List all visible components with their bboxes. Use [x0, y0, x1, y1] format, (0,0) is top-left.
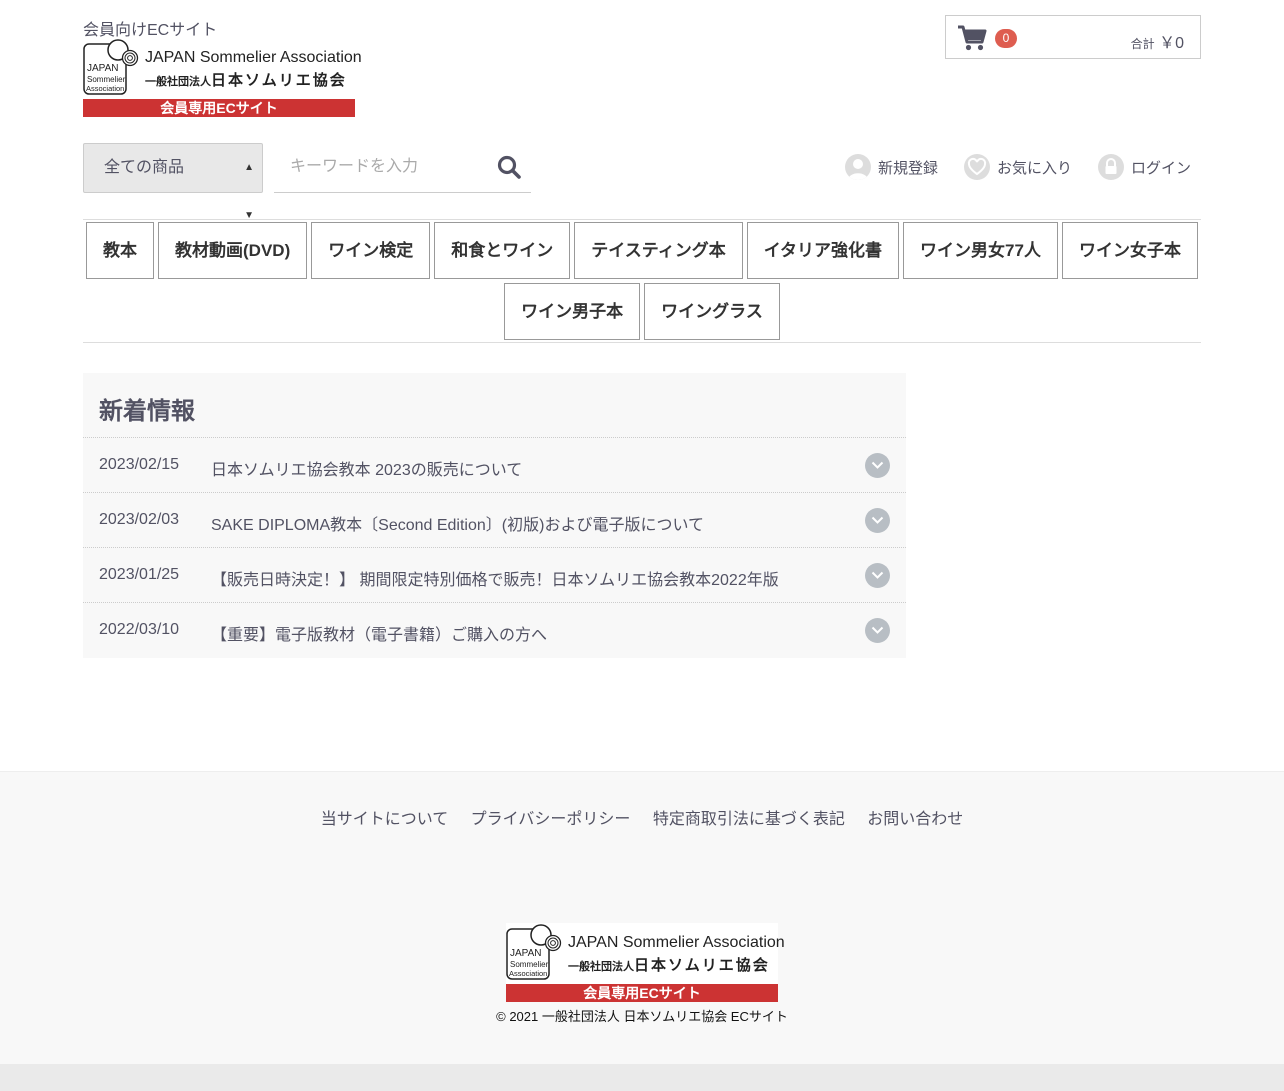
- logo-english-name: JAPAN Sommelier Association: [568, 934, 785, 951]
- logo-mark-text-1: JAPAN: [87, 63, 119, 74]
- login-label: ログイン: [1130, 159, 1191, 177]
- news-date: 2023/02/03: [99, 511, 180, 528]
- news-item[interactable]: 2023/01/25 【販売日時決定！】 期間限定特別価格で販売！日本ソムリエ協…: [83, 548, 906, 603]
- category-nav-row: 教本 教材動画(DVD) ワイン検定 和食とワイン テイスティング本 イタリア強…: [83, 222, 1201, 279]
- category-nav: 教本 教材動画(DVD) ワイン検定 和食とワイン テイスティング本 イタリア強…: [83, 219, 1201, 343]
- footer-link-about[interactable]: 当サイトについて: [321, 811, 449, 828]
- logo-jp-prefix: 一般社団法人: [568, 961, 634, 973]
- nav-item-wine-exam[interactable]: ワイン検定: [311, 222, 431, 279]
- nav-item-washoku-wine[interactable]: 和食とワイン: [434, 222, 571, 279]
- logo-jp-main: 日本ソムリエ協会: [634, 957, 770, 974]
- login-link[interactable]: ログイン: [1097, 154, 1191, 180]
- association-logo-mark: JAPAN Sommelier Association: [83, 39, 139, 95]
- favorites-label: お気に入り: [996, 159, 1072, 177]
- logo-jp-prefix: 一般社団法人: [145, 76, 211, 88]
- nav-item-dvd[interactable]: 教材動画(DVD): [158, 222, 308, 279]
- logo-member-bar: 会員専用ECサイト: [506, 984, 778, 1002]
- logo-mark-text-1: JAPAN: [510, 948, 542, 959]
- footer-links: 当サイトについて プライバシーポリシー 特定商取引法に基づく表記 お問い合わせ: [0, 805, 1284, 829]
- logo-mark-text-3: Association: [509, 969, 547, 978]
- nav-item-wine-men-book[interactable]: ワイン男子本: [504, 283, 641, 340]
- news-date: 2023/01/25: [99, 566, 180, 583]
- search-input[interactable]: [274, 143, 484, 191]
- news-date: 2022/03/10: [99, 621, 180, 638]
- news-title: SAKE DIPLOMA教本〔Second Edition〕(初版)および電子版…: [211, 517, 704, 534]
- chevron-down-icon[interactable]: [865, 563, 890, 588]
- nav-item-tasting-book[interactable]: テイスティング本: [574, 222, 743, 279]
- search-icon: [497, 155, 521, 179]
- nav-item-wine-77[interactable]: ワイン男女77人: [903, 222, 1058, 279]
- news-section: 新着情報 2023/02/15 日本ソムリエ協会教本 2023の販売について 2…: [83, 373, 906, 658]
- logo-japanese-name: 一般社団法人日本ソムリエ協会: [568, 954, 770, 975]
- footer: 当サイトについて プライバシーポリシー 特定商取引法に基づく表記 お問い合わせ …: [0, 771, 1284, 1064]
- copyright: © 2021 一般社団法人 日本ソムリエ協会 ECサイト: [496, 1009, 788, 1024]
- association-logo-mark: JAPAN Sommelier Association: [506, 924, 562, 980]
- chevron-down-icon[interactable]: [865, 508, 890, 533]
- news-item[interactable]: 2023/02/15 日本ソムリエ協会教本 2023の販売について: [83, 438, 906, 493]
- cart-icon: [958, 25, 987, 51]
- footer-logo[interactable]: JAPAN Sommelier Association JAPAN Sommel…: [506, 923, 785, 1002]
- category-select[interactable]: 全ての商品 ▲ ▼: [83, 143, 263, 221]
- nav-item-wine-glass[interactable]: ワイングラス: [644, 283, 780, 340]
- nav-item-wine-women-book[interactable]: ワイン女子本: [1061, 222, 1198, 279]
- cart-total-value: ￥0: [1159, 35, 1184, 52]
- site-logo[interactable]: JAPAN Sommelier Association JAPAN Sommel…: [83, 38, 362, 117]
- site-tagline: 会員向けECサイト: [83, 22, 218, 39]
- logo-mark-text-2: Sommelier: [510, 960, 549, 969]
- logo-jp-main: 日本ソムリエ協会: [211, 72, 347, 89]
- favorites-link[interactable]: お気に入り: [963, 154, 1072, 180]
- cart-total-label: 合計: [1130, 37, 1155, 51]
- news-date: 2023/02/15: [99, 456, 180, 473]
- news-title: 【販売日時決定！】 期間限定特別価格で販売！日本ソムリエ協会教本2022年版: [211, 572, 779, 589]
- news-heading: 新着情報: [83, 373, 906, 438]
- logo-mark-text-2: Sommelier: [87, 75, 126, 84]
- nav-item-textbook[interactable]: 教本: [86, 222, 155, 279]
- news-item[interactable]: 2022/03/10 【重要】電子版教材（電子書籍）ご購入の方へ: [83, 603, 906, 658]
- register-link[interactable]: 新規登録: [844, 154, 938, 180]
- chevron-down-icon[interactable]: [865, 618, 890, 643]
- page-bottom-strip: [0, 1064, 1284, 1091]
- logo-mark-text-3: Association: [86, 84, 124, 93]
- category-nav-row: ワイン男子本 ワイングラス: [83, 283, 1201, 340]
- footer-link-contact[interactable]: お問い合わせ: [867, 811, 963, 828]
- register-label: 新規登録: [877, 159, 938, 177]
- logo-member-bar: 会員専用ECサイト: [83, 99, 355, 117]
- cart-summary[interactable]: 0 合計 ￥0: [945, 15, 1201, 59]
- search-box: [274, 143, 531, 193]
- search-button[interactable]: [496, 155, 522, 181]
- lock-icon: [1097, 154, 1124, 180]
- footer-link-privacy[interactable]: プライバシーポリシー: [471, 811, 631, 828]
- chevron-down-icon[interactable]: [865, 453, 890, 478]
- heart-icon: [963, 154, 990, 180]
- news-title: 日本ソムリエ協会教本 2023の販売について: [211, 462, 523, 479]
- news-item[interactable]: 2023/02/03 SAKE DIPLOMA教本〔Second Edition…: [83, 493, 906, 548]
- logo-english-name: JAPAN Sommelier Association: [145, 49, 362, 66]
- nav-item-italy-book[interactable]: イタリア強化書: [746, 222, 900, 279]
- logo-japanese-name: 一般社団法人日本ソムリエ協会: [145, 69, 347, 90]
- cart-count-badge: 0: [995, 29, 1017, 48]
- cart-total: 合計 ￥0: [1131, 29, 1184, 53]
- category-select-value: 全ての商品: [104, 159, 185, 176]
- user-links: 新規登録 お気に入り ログイン: [819, 154, 1191, 180]
- news-title: 【重要】電子版教材（電子書籍）ご購入の方へ: [211, 627, 548, 644]
- footer-link-commerce-law[interactable]: 特定商取引法に基づく表記: [653, 811, 845, 828]
- user-icon: [844, 154, 871, 180]
